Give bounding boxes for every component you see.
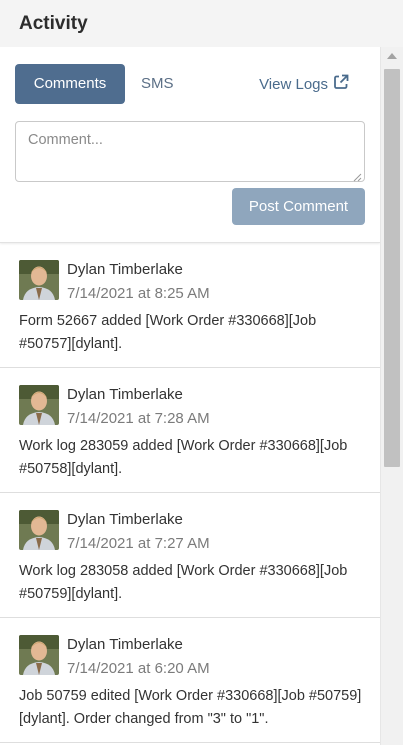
external-link-icon: [333, 74, 349, 94]
activity-entry: Dylan Timberlake 7/14/2021 at 8:25 AM Fo…: [0, 243, 380, 368]
tab-comments[interactable]: Comments: [15, 64, 125, 104]
activity-entry: Dylan Timberlake 7/14/2021 at 7:28 AM Wo…: [0, 368, 380, 493]
entry-time: 7/14/2021 at 7:28 AM: [67, 410, 210, 427]
page-title: Activity: [19, 13, 88, 34]
activity-content: Comments SMS View Logs Comment... Post C…: [0, 47, 380, 743]
entry-text: Job 50759 edited [Work Order #330668][Jo…: [19, 688, 362, 727]
entry-text: Work log 283058 added [Work Order #33066…: [19, 563, 348, 602]
activity-tabs: Comments SMS View Logs: [15, 64, 365, 104]
entry-author: Dylan Timberlake: [67, 261, 183, 278]
scrollbar[interactable]: [380, 47, 403, 745]
activity-entry: Dylan Timberlake 7/14/2021 at 7:27 AM Wo…: [0, 493, 380, 618]
entry-text: Work log 283059 added [Work Order #33066…: [19, 438, 348, 477]
avatar: [19, 510, 59, 550]
activity-entry: Dylan Timberlake 7/14/2021 at 6:20 AM Jo…: [0, 618, 380, 743]
entry-author: Dylan Timberlake: [67, 511, 183, 528]
entry-time: 7/14/2021 at 7:27 AM: [67, 535, 210, 552]
tab-sms[interactable]: SMS: [125, 64, 190, 104]
entry-text: Form 52667 added [Work Order #330668][Jo…: [19, 313, 317, 352]
activity-header: Activity: [0, 0, 403, 47]
avatar: [19, 260, 59, 300]
view-logs-label: View Logs: [259, 75, 328, 93]
comment-composer: Comments SMS View Logs Comment... Post C…: [0, 47, 380, 243]
comment-placeholder: Comment...: [28, 132, 103, 148]
scrollbar-thumb[interactable]: [384, 69, 400, 467]
comment-input[interactable]: Comment...: [15, 121, 365, 182]
avatar: [19, 635, 59, 675]
resize-grip-icon[interactable]: [353, 170, 362, 182]
entry-time: 7/14/2021 at 8:25 AM: [67, 285, 210, 302]
entry-author: Dylan Timberlake: [67, 386, 183, 403]
entry-author: Dylan Timberlake: [67, 636, 183, 653]
activity-panel: Comments SMS View Logs Comment... Post C…: [0, 47, 403, 745]
post-comment-button[interactable]: Post Comment: [232, 188, 365, 225]
view-logs-link[interactable]: View Logs: [259, 74, 349, 94]
avatar: [19, 385, 59, 425]
activity-feed: Dylan Timberlake 7/14/2021 at 8:25 AM Fo…: [0, 243, 380, 743]
scroll-up-arrow-icon[interactable]: [387, 53, 397, 59]
entry-time: 7/14/2021 at 6:20 AM: [67, 660, 210, 677]
